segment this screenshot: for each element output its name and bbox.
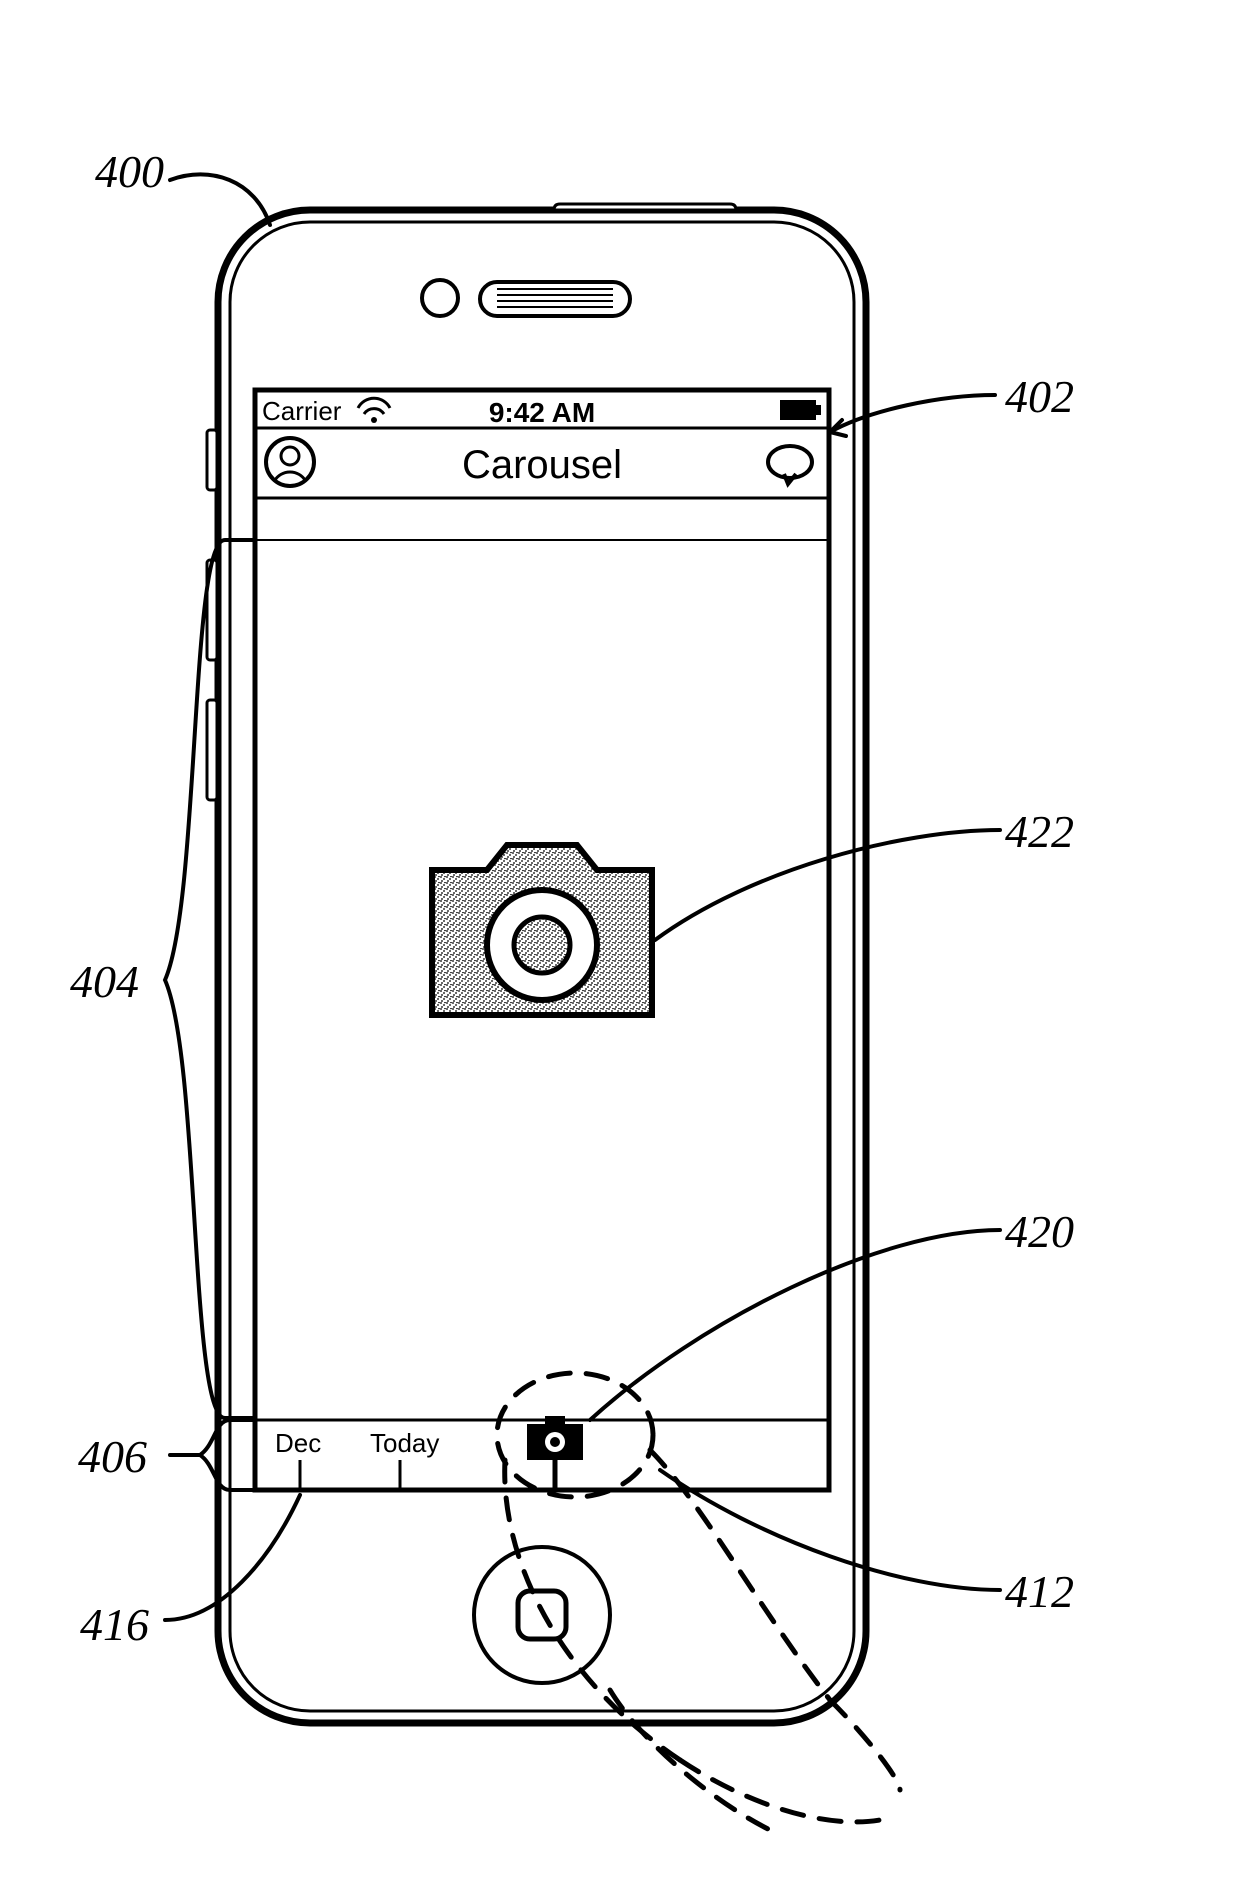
timeline-month-label: Dec [275, 1428, 321, 1458]
carrier-label: Carrier [262, 396, 342, 426]
time-label: 9:42 AM [489, 397, 595, 428]
leader-420 [590, 1230, 1000, 1420]
brace-406 [200, 1420, 255, 1490]
ref-404: 404 [70, 955, 139, 1008]
camera-placeholder-icon[interactable] [432, 845, 652, 1015]
ref-406: 406 [78, 1430, 147, 1483]
chat-icon[interactable] [768, 446, 812, 484]
status-bar: Carrier 9:42 AM [255, 396, 829, 428]
ref-400: 400 [95, 145, 164, 198]
ref-416: 416 [80, 1598, 149, 1651]
ref-412: 412 [1005, 1565, 1074, 1618]
battery-icon [780, 400, 821, 420]
app-title: Carousel [462, 443, 622, 487]
ref-420: 420 [1005, 1205, 1074, 1258]
ref-422: 422 [1005, 805, 1074, 858]
profile-icon[interactable] [266, 438, 314, 486]
nav-bar: Carousel [255, 438, 829, 498]
timeline-today-label: Today [370, 1428, 439, 1458]
timeline-camera-handle-icon[interactable] [527, 1416, 583, 1460]
wifi-icon [358, 398, 390, 423]
brace-404 [165, 540, 255, 1418]
leader-400 [170, 174, 270, 225]
ref-402: 402 [1005, 370, 1074, 423]
leader-416 [165, 1495, 300, 1620]
